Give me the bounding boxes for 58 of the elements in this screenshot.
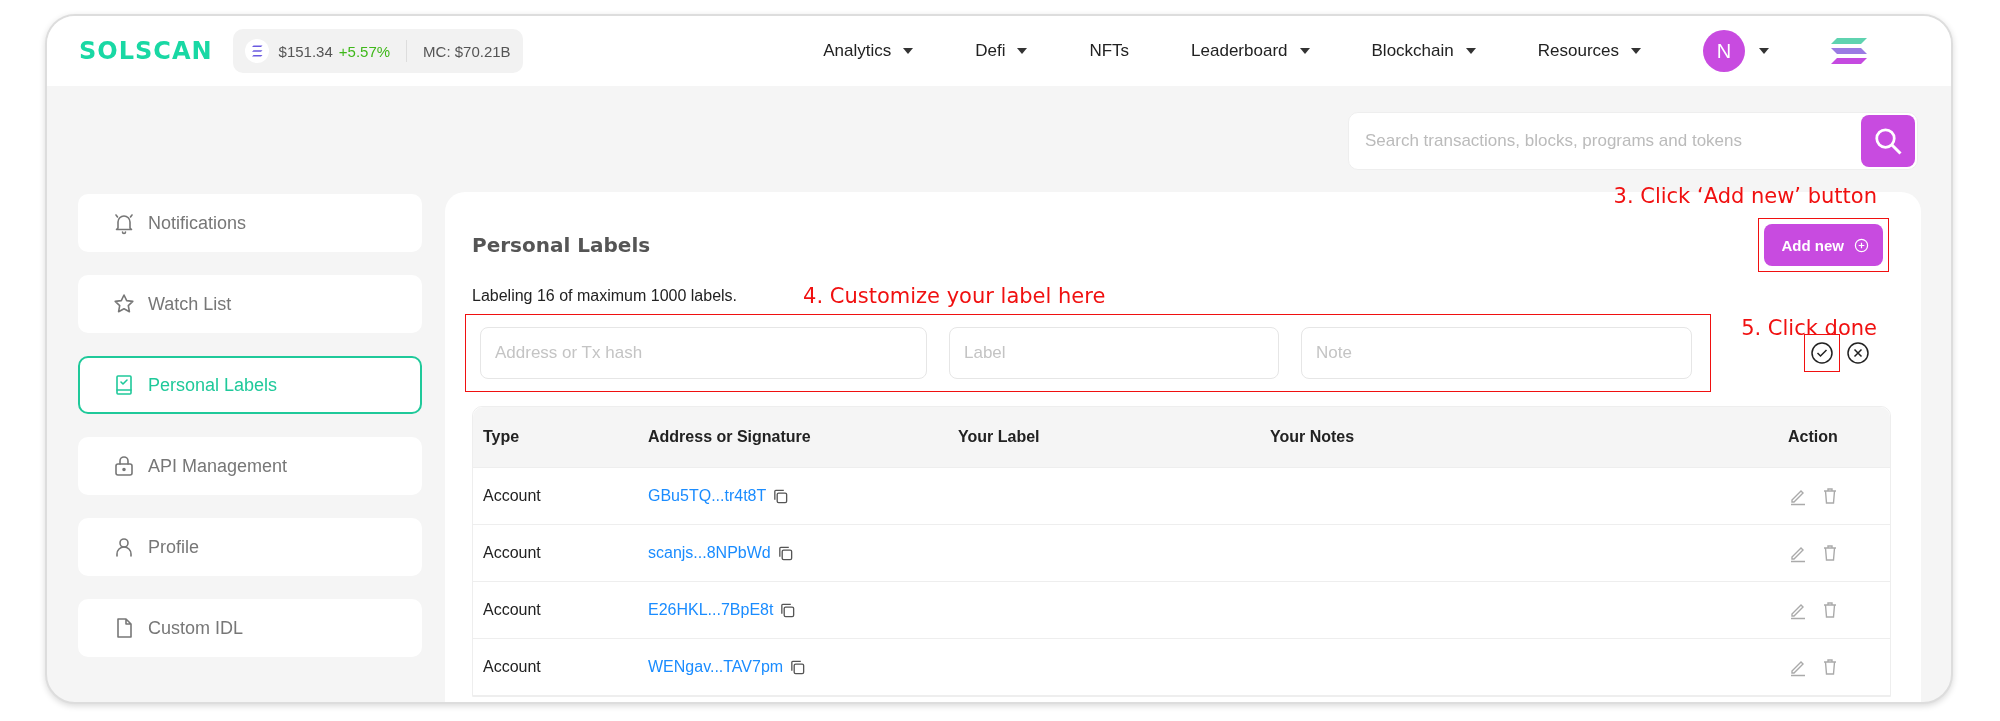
copy-icon[interactable] <box>779 601 797 619</box>
panel-title: Personal Labels <box>472 233 651 257</box>
input-field[interactable]: Address or Tx hash <box>480 327 927 379</box>
column-header: Type <box>482 428 521 446</box>
caret-icon <box>1631 48 1641 54</box>
table-cell-text: Account <box>482 544 542 562</box>
caret-icon <box>903 48 914 54</box>
caret-icon <box>1465 48 1476 54</box>
sidebar-item[interactable]: Notifications <box>78 194 422 252</box>
search-button[interactable] <box>1861 115 1915 167</box>
column-header: Action <box>1787 428 1839 446</box>
annotation-text: 3. Click ‘Add new’ button <box>1613 184 1877 208</box>
sidebar-item[interactable]: Custom IDL <box>78 599 422 657</box>
plus-circle-icon <box>1854 237 1869 253</box>
sidebar-item[interactable]: Watch List <box>78 275 422 333</box>
nav-menu-item[interactable]: Blockchain <box>1371 41 1476 61</box>
table-cell-text: Account <box>482 487 542 505</box>
coin-icon <box>244 39 269 63</box>
address-link[interactable]: scanjs...8NPbWd <box>648 544 771 562</box>
lock-icon <box>112 454 136 478</box>
table-cell-text: Account <box>482 601 542 619</box>
star-icon <box>112 292 136 316</box>
user-avatar[interactable]: N <box>1703 30 1745 72</box>
address-link[interactable]: E26HKL...7BpE8t <box>648 601 774 619</box>
add-new-button[interactable]: Add new <box>1763 224 1883 266</box>
sidebar-item[interactable]: Profile <box>78 518 422 576</box>
input-field[interactable]: Note <box>1301 327 1692 379</box>
column-header: Your Label <box>957 428 1041 446</box>
copy-icon[interactable] <box>772 487 790 505</box>
table-cell-text: Account <box>482 658 542 676</box>
summary-text: Labeling 16 of maximum 1000 labels. <box>472 287 738 305</box>
confirm-check-icon[interactable] <box>1810 341 1834 365</box>
column-header: Address or Signature <box>647 428 812 446</box>
nav-menu-item[interactable]: Defi <box>975 41 1028 61</box>
caret-icon <box>1299 48 1310 54</box>
price-text: $151.34 <box>278 42 333 60</box>
annotation-text: 4. Customize your label here <box>803 284 1106 308</box>
nav-menu-item[interactable]: Leaderboard <box>1191 41 1310 61</box>
nav-menu-item[interactable]: Analytics <box>823 41 914 61</box>
copy-icon[interactable] <box>776 544 794 562</box>
search-icon <box>1873 126 1903 156</box>
caret-icon <box>1759 48 1769 54</box>
caret-icon <box>1017 48 1028 54</box>
price-change: +5.57% <box>338 42 391 60</box>
market-cap: MC: $70.21B <box>423 42 511 60</box>
annotation-text: 5. Click done <box>1741 316 1877 340</box>
input-field[interactable]: Label <box>949 327 1279 379</box>
address-link[interactable]: WENgav...TAV7pm <box>648 658 784 676</box>
chain-logo-icon[interactable] <box>1831 38 1867 64</box>
cancel-icon[interactable] <box>1846 341 1870 365</box>
search-field[interactable]: Search transactions, blocks, programs and tokens <box>1348 112 1918 170</box>
nav-menu-item[interactable]: Resources <box>1537 41 1641 61</box>
nav-menu-item[interactable]: NFTs <box>1089 41 1130 61</box>
column-header: Your Notes <box>1269 428 1356 446</box>
copy-icon[interactable] <box>789 658 807 676</box>
address-link[interactable]: GBu5TQ...tr4t8T <box>648 487 767 505</box>
bell-icon <box>112 211 136 235</box>
sidebar-item[interactable]: API Management <box>78 437 422 495</box>
